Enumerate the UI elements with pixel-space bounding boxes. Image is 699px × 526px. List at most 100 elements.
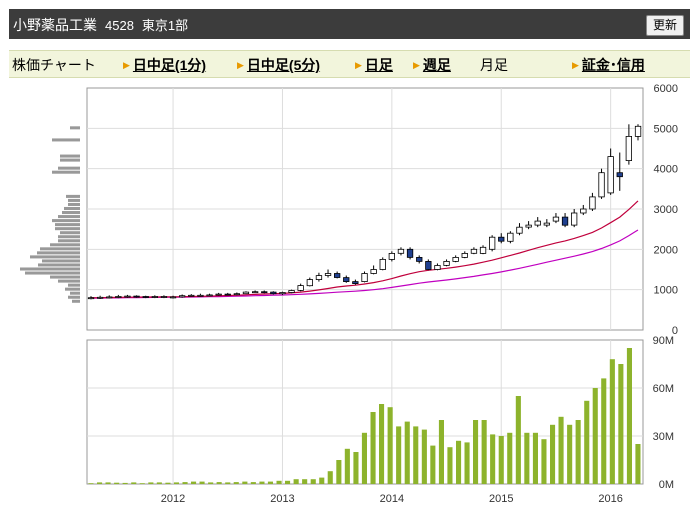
nav-link-intraday-5min[interactable]: ▶ 日中足(5分) <box>237 55 320 75</box>
volume-bar <box>225 482 231 484</box>
volume-bar <box>464 442 470 484</box>
volume-profile-bar <box>58 166 80 170</box>
volume-bar <box>97 482 103 484</box>
nav-link-weekly[interactable]: ▶ 週足 <box>413 55 451 75</box>
candle-body <box>333 273 341 278</box>
arrow-right-icon: ▶ <box>572 60 579 70</box>
volume-bar <box>438 420 444 484</box>
volume-profile-bar <box>30 255 80 259</box>
nav-label-monthly: 月足 <box>480 57 508 73</box>
candle-body <box>488 236 496 250</box>
volume-bar <box>293 479 299 484</box>
volume-profile-bar <box>60 158 80 162</box>
volume-bar <box>361 432 367 484</box>
candle-body <box>115 296 122 298</box>
x-tick-label: 2013 <box>270 493 294 505</box>
volume-bar <box>242 481 248 484</box>
x-tick-label: 2014 <box>380 493 404 505</box>
candle-body <box>534 220 541 226</box>
volume-profile-bar <box>50 243 80 247</box>
candle-body <box>580 208 587 214</box>
volume-bar <box>122 482 128 484</box>
volume-y-tick-label: 30M <box>653 431 674 443</box>
volume-bar <box>131 482 137 484</box>
volume-bar <box>413 426 419 484</box>
candle-body <box>443 260 450 266</box>
volume-bar <box>387 407 393 484</box>
nav-link-margin[interactable]: ▶ 証金･信用 <box>572 55 645 75</box>
volume-bar <box>592 388 598 484</box>
volume-bar <box>105 482 111 484</box>
candle-body <box>97 296 104 299</box>
candle-body <box>479 246 487 254</box>
volume-bar <box>626 348 632 484</box>
volume-y-tick-label: 90M <box>653 335 674 347</box>
volume-bar <box>609 359 615 484</box>
volume-profile-bar <box>58 215 80 219</box>
volume-bar <box>182 482 188 484</box>
volume-bar <box>276 480 282 484</box>
volume-bar <box>285 480 291 484</box>
candle-body <box>561 216 569 226</box>
price-y-tick-label: 6000 <box>654 83 678 95</box>
page-title: 小野薬品工業 4528 東京1部 <box>13 15 188 35</box>
volume-bar <box>114 482 120 484</box>
volume-bar <box>618 364 624 484</box>
candle-body <box>434 265 441 270</box>
volume-bar <box>250 482 256 484</box>
candle-body <box>388 252 396 260</box>
volume-bar <box>532 432 538 484</box>
candle-body <box>315 275 323 281</box>
volume-bar <box>396 426 402 484</box>
volume-bar <box>498 436 504 484</box>
volume-profile-bar <box>68 202 80 206</box>
candle-body <box>261 291 268 294</box>
candle-body <box>188 294 195 297</box>
volume-bar <box>635 444 641 484</box>
nav-link-intraday-1min[interactable]: ▶ 日中足(1分) <box>123 55 206 75</box>
nav-link-daily[interactable]: ▶ 日足 <box>355 55 393 75</box>
candle-body <box>397 248 405 254</box>
candle-body <box>251 291 259 294</box>
volume-bar <box>199 481 205 484</box>
volume-bar <box>336 460 342 484</box>
arrow-right-icon: ▶ <box>413 60 420 70</box>
volume-bar <box>173 482 179 484</box>
volume-bar <box>148 482 154 484</box>
chart-nav: 株価チャート ▶ 日中足(1分) ▶ 日中足(5分) ▶ 日足 ▶ 週足 月足 ▶ 証金･… <box>9 50 690 78</box>
candle-body <box>279 292 286 295</box>
volume-bar <box>208 482 214 484</box>
candle-body <box>169 296 177 299</box>
volume-bar <box>267 481 273 484</box>
price-y-tick-label: 5000 <box>654 123 678 135</box>
candle-body <box>106 296 113 299</box>
candle-body <box>142 296 149 298</box>
volume-bar <box>601 378 607 484</box>
candle-body <box>406 248 414 258</box>
volume-profile-bar <box>70 291 80 295</box>
candle-body <box>598 172 605 198</box>
refresh-button[interactable]: 更新 <box>645 15 684 36</box>
volume-bar <box>88 483 94 484</box>
candle-body <box>215 293 222 296</box>
candle-body <box>379 258 386 270</box>
volume-bar <box>310 479 316 484</box>
volume-bar <box>191 481 197 484</box>
volume-bar <box>379 404 385 484</box>
price-y-tick-label: 2000 <box>654 244 678 256</box>
x-tick-label: 2016 <box>598 493 622 505</box>
volume-bar <box>165 482 171 484</box>
candle-body <box>124 295 131 298</box>
volume-profile-bar <box>25 271 80 275</box>
volume-profile-bar <box>55 227 80 231</box>
candle-body <box>361 273 368 283</box>
candle-body <box>452 256 459 262</box>
candle-body <box>634 125 642 137</box>
volume-profile-bar <box>60 231 80 235</box>
volume-bar <box>481 420 487 484</box>
candle-body <box>543 222 550 226</box>
volume-profile-bar <box>55 223 80 227</box>
volume-bar <box>370 412 376 484</box>
candle-body <box>160 296 168 298</box>
volume-profile-bar <box>52 170 80 174</box>
